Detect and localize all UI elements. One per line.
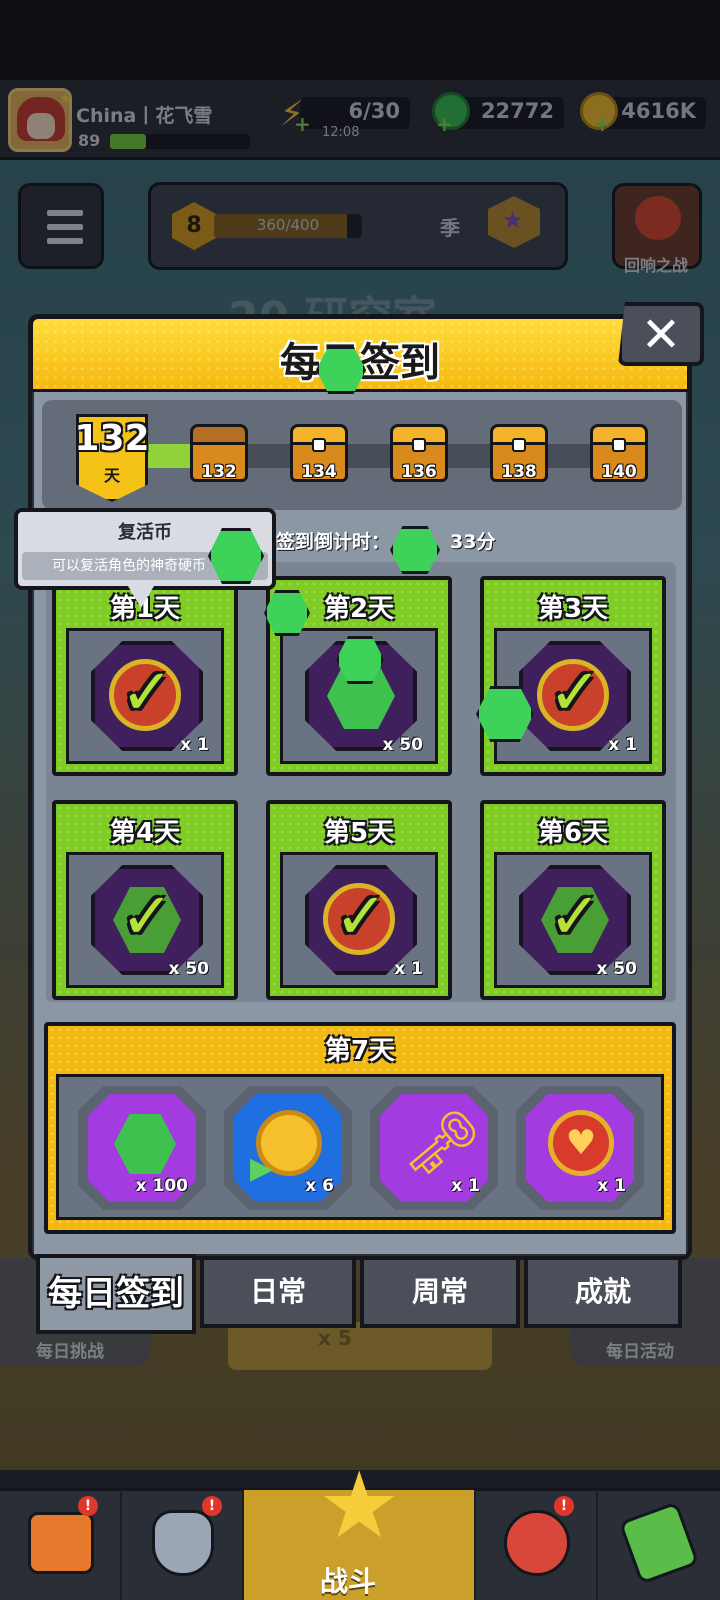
tab-weekly[interactable]: 周常	[360, 1256, 520, 1328]
claimed-check-icon: ✓	[334, 880, 388, 954]
chest-day-132: 132	[201, 462, 237, 482]
nav-shop[interactable]: !	[0, 1490, 122, 1600]
reward-qty: x 50	[596, 959, 637, 979]
day-card-3[interactable]: 第3天 ✓ x 1	[480, 576, 666, 776]
day7-reward-key: 🗝 x 1	[370, 1086, 498, 1210]
close-icon: ✕	[640, 307, 682, 363]
day7-reward-heart: ♥ x 1	[516, 1086, 644, 1210]
play-arrow-icon: ▶	[250, 1151, 274, 1186]
reward-qty: x 6	[305, 1176, 334, 1196]
nav-equipment[interactable]: !	[122, 1490, 244, 1600]
reward-qty: x 1	[597, 1176, 626, 1196]
streak-unit: 天	[103, 466, 120, 485]
tab-achievements[interactable]: 成就	[524, 1256, 682, 1328]
nav-talents[interactable]: !	[476, 1490, 598, 1600]
claimed-check-icon: ✓	[548, 656, 602, 730]
shop-icon	[28, 1512, 94, 1574]
reward-qty: x 50	[168, 959, 209, 979]
armor-icon	[152, 1510, 214, 1576]
checkin-countdown: 签到倒计时： 33分	[276, 527, 495, 554]
equipment-alert-badge: !	[202, 1496, 222, 1516]
tab-daily[interactable]: 日常	[200, 1256, 356, 1328]
streak-days: 132	[74, 418, 150, 459]
talents-alert-badge: !	[554, 1496, 574, 1516]
chest-day-138: 138	[501, 462, 537, 482]
evolve-icon	[618, 1501, 700, 1585]
day7-label: 第7天	[324, 1036, 396, 1066]
reward-qty: x 1	[608, 735, 637, 755]
reward-qty: x 50	[382, 735, 423, 755]
heart-coin-icon: ♥	[548, 1110, 614, 1176]
chest-day-136: 136	[401, 462, 437, 482]
reward-qty: x 100	[135, 1176, 188, 1196]
reward-qty: x 1	[180, 735, 209, 755]
nav-evolve[interactable]	[598, 1490, 720, 1600]
chest-day-140: 140	[601, 462, 637, 482]
day-label: 第3天	[537, 594, 609, 624]
close-button[interactable]: ✕	[618, 302, 704, 366]
day-reward-slot: ✓ x 1	[280, 852, 438, 988]
shop-alert-badge: !	[78, 1496, 98, 1516]
day7-reward-gold: ▶ x 6	[224, 1086, 352, 1210]
tab-daily-checkin[interactable]: 每日签到	[36, 1254, 196, 1334]
day-card-4[interactable]: 第4天 ✓ x 50	[52, 800, 238, 1000]
day-label: 第6天	[537, 818, 609, 848]
day-reward-slot: ✓ x 50	[66, 852, 224, 988]
claimed-check-icon: ✓	[548, 880, 602, 954]
claimed-check-icon: ✓	[120, 880, 174, 954]
day-card-5[interactable]: 第5天 ✓ x 1	[266, 800, 452, 1000]
reward-qty: x 1	[394, 959, 423, 979]
claimed-check-icon: ✓	[120, 656, 174, 730]
key-icon: 🗝	[402, 1106, 482, 1179]
day-card-6[interactable]: 第6天 ✓ x 50	[480, 800, 666, 1000]
day-label: 第5天	[323, 818, 395, 848]
day-reward-slot: ✓ x 50	[494, 852, 652, 988]
status-bar-area	[0, 0, 720, 80]
day7-reward-gem: x 100	[78, 1086, 206, 1210]
day-reward-slot: ✓ x 1	[66, 628, 224, 764]
countdown-label: 签到倒计时：	[276, 531, 391, 553]
day-label: 第4天	[109, 818, 181, 848]
chest-day-134: 134	[301, 462, 337, 482]
talent-icon	[504, 1510, 570, 1576]
battle-label: 战斗	[320, 1565, 377, 1598]
countdown-value: 33分	[450, 531, 496, 553]
battle-star-icon: ★	[318, 1452, 401, 1559]
gem-icon	[114, 1114, 176, 1174]
day-card-1[interactable]: 第1天 ✓ x 1	[52, 576, 238, 776]
reward-qty: x 1	[451, 1176, 480, 1196]
